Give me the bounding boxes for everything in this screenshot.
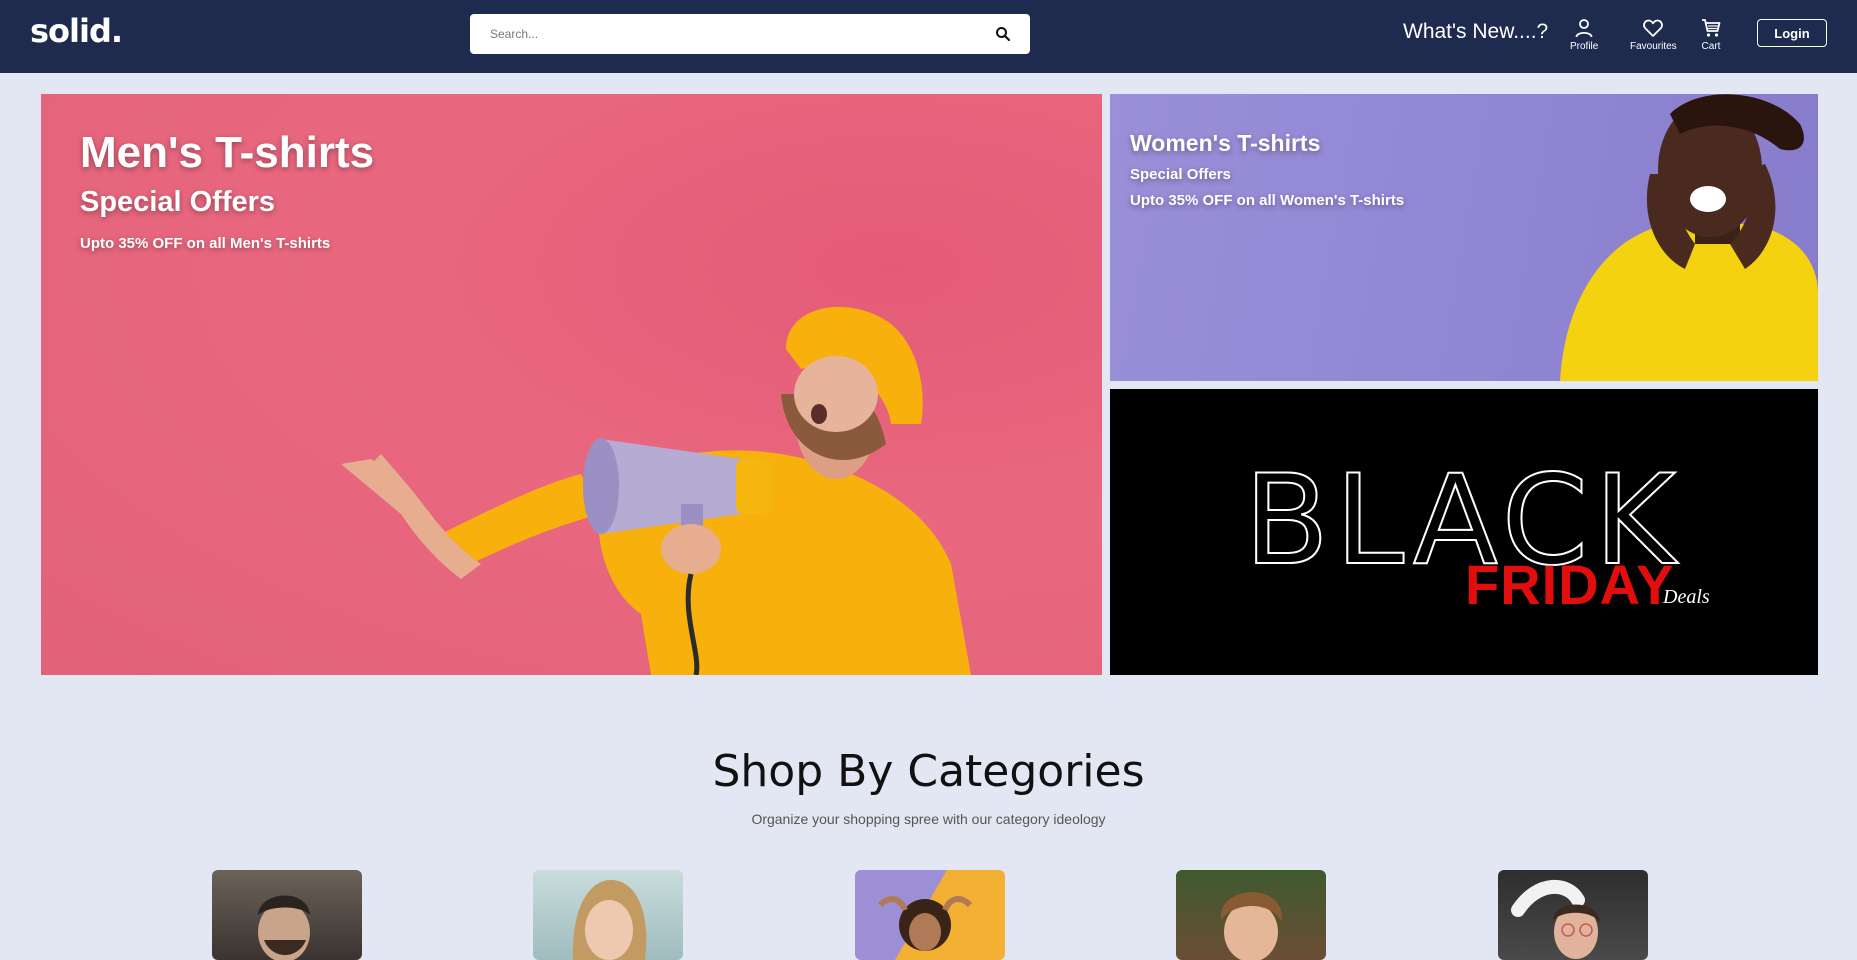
category-card-accessories[interactable] <box>1498 870 1648 960</box>
categories-heading: Shop By Categories <box>712 746 1145 797</box>
cart-label: Cart <box>1701 41 1721 52</box>
heart-icon <box>1643 19 1664 37</box>
cart-nav[interactable]: Cart <box>1700 17 1722 52</box>
login-button[interactable]: Login <box>1757 19 1827 47</box>
profile-nav[interactable]: Profile <box>1570 17 1598 52</box>
profile-icon <box>1575 19 1593 38</box>
whats-new-link[interactable]: What's New....? <box>1403 20 1548 44</box>
womens-banner-offer: Upto 35% OFF on all Women's T-shirts <box>1130 192 1405 209</box>
womens-banner-subtitle: Special Offers <box>1130 166 1231 183</box>
profile-label: Profile <box>1570 41 1599 52</box>
mens-banner-offer: Upto 35% OFF on all Men's T-shirts <box>80 235 331 252</box>
black-friday-word-deals: Deals <box>1663 586 1710 608</box>
search-icon[interactable] <box>994 25 1012 43</box>
man-with-megaphone-image <box>341 306 971 675</box>
category-card-kids-girls[interactable] <box>855 870 1005 960</box>
category-card-men[interactable] <box>212 870 362 960</box>
category-card-women[interactable] <box>533 870 683 960</box>
categories-subheading: Organize your shopping spree with our ca… <box>751 811 1106 827</box>
man-portrait-image <box>258 895 310 960</box>
womens-tshirts-banner[interactable]: Women's T-shirts Special Offers Upto 35%… <box>1110 94 1818 381</box>
woman-portrait-image <box>572 880 647 960</box>
black-friday-banner[interactable]: BLACK FRIDAY Deals <box>1110 389 1818 675</box>
cart-icon <box>1702 19 1721 37</box>
category-card-kids-boys[interactable] <box>1176 870 1326 960</box>
mens-banner-title: Men's T-shirts <box>80 128 375 177</box>
favourites-label: Favourites <box>1630 41 1677 52</box>
top-navbar: solid. What's New....? Profile Favourite… <box>0 0 1857 73</box>
mens-banner-subtitle: Special Offers <box>80 186 276 218</box>
boy-portrait-image <box>1220 892 1283 960</box>
womens-banner-title: Women's T-shirts <box>1130 130 1321 156</box>
black-friday-word-friday: FRIDAY <box>1465 553 1675 616</box>
girl-portrait-image <box>877 896 973 951</box>
mens-tshirts-banner[interactable]: Men's T-shirts Special Offers Upto 35% O… <box>41 94 1102 675</box>
search-input[interactable] <box>470 14 990 54</box>
woman-glasses-portrait-image <box>1511 880 1600 959</box>
search-bar <box>470 14 1030 54</box>
favourites-nav[interactable]: Favourites <box>1630 17 1677 52</box>
brand-logo[interactable]: solid. <box>30 12 123 50</box>
